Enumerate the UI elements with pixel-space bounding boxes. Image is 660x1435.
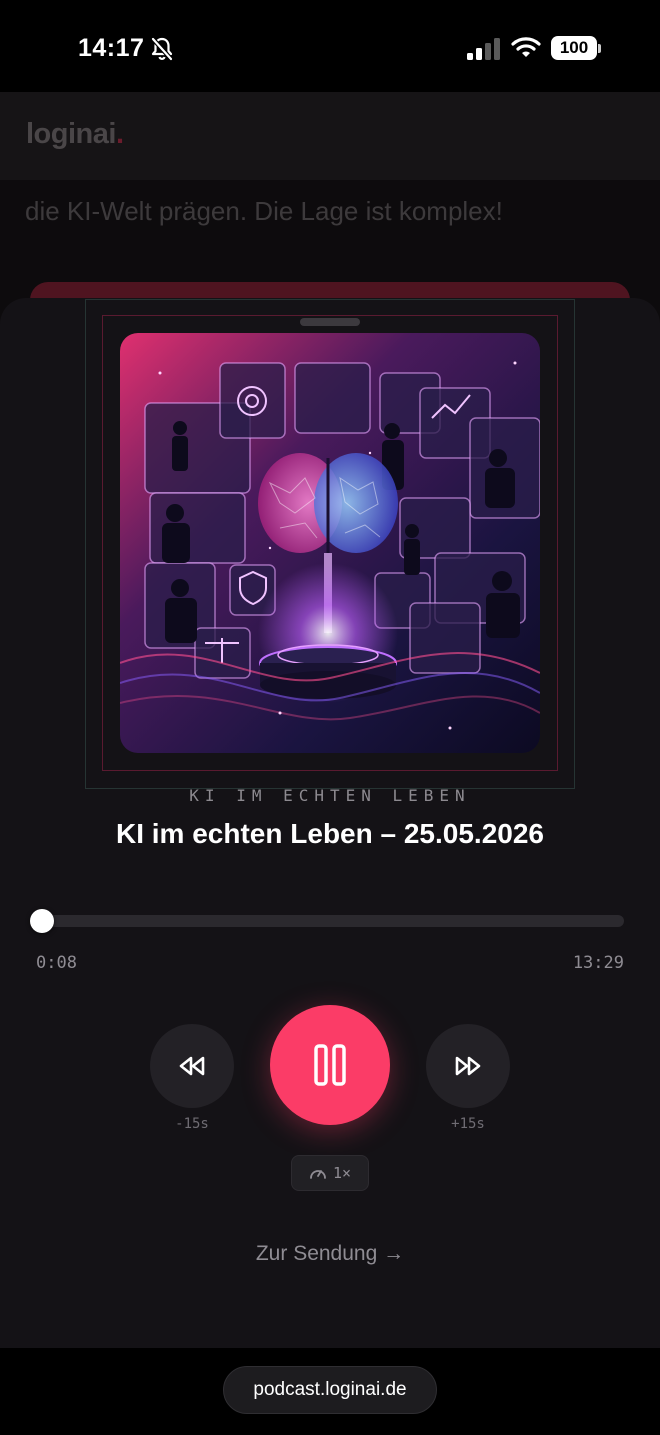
- progress-thumb[interactable]: [30, 909, 54, 933]
- rewind-icon: [179, 1056, 205, 1076]
- forward-label: +15s: [451, 1116, 485, 1132]
- episode-title: KI im echten Leben – 25.05.2026: [116, 818, 544, 849]
- show-page-link[interactable]: Zur Sendung →: [0, 1242, 660, 1266]
- progress-slider[interactable]: [36, 915, 624, 927]
- battery-icon: 100: [551, 36, 597, 60]
- bell-slash-icon: [151, 37, 173, 61]
- rewind-15s-button[interactable]: [150, 1024, 234, 1108]
- total-duration: 13:29: [572, 953, 624, 973]
- episode-cover-art: [120, 333, 540, 753]
- signal-icon: [467, 38, 500, 60]
- forward-15s-button[interactable]: [426, 1024, 510, 1108]
- battery-cap: [598, 44, 601, 53]
- podcast-show-name: KI IM ECHTEN LEBEN: [189, 786, 471, 805]
- gauge-icon: [310, 1170, 326, 1179]
- status-clock: 14:17: [78, 34, 145, 62]
- playback-speed-button[interactable]: 1×: [291, 1155, 369, 1191]
- browser-url-bar[interactable]: podcast.loginai.de: [223, 1366, 437, 1414]
- rewind-label: -15s: [175, 1116, 209, 1132]
- sheet-grab-handle[interactable]: [300, 318, 360, 326]
- elapsed-time: 0:08: [36, 953, 77, 973]
- pause-icon: [314, 1044, 346, 1086]
- wifi-icon: [511, 37, 541, 57]
- playback-speed-label: 1×: [332, 1164, 352, 1182]
- site-logo: loginai.: [26, 118, 124, 150]
- background-article-text: die KI-Welt prägen. Die Lage ist komplex…: [25, 196, 503, 226]
- fast-forward-icon: [455, 1056, 481, 1076]
- pause-button[interactable]: [270, 1005, 390, 1125]
